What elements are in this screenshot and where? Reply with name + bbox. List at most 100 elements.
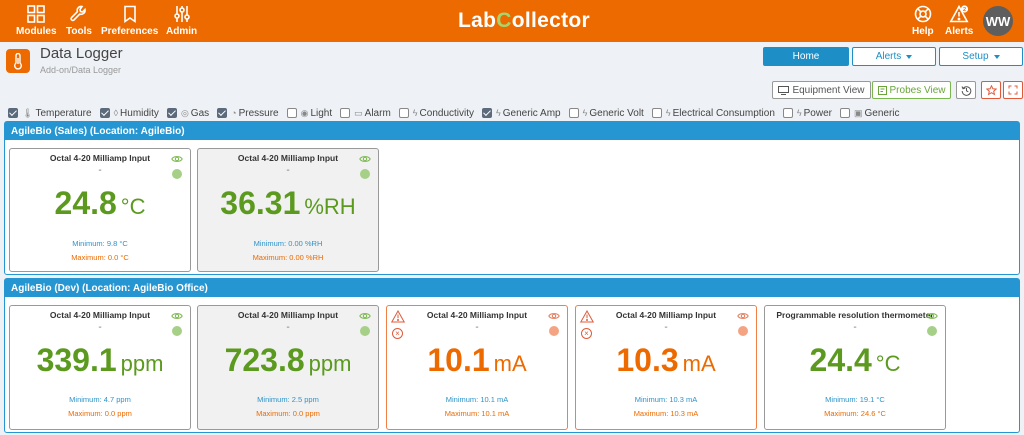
probe-card[interactable]: Octal 4-20 Milliamp Input - 723.8 ppm Minimu… bbox=[197, 305, 379, 430]
filter-conductivity[interactable]: ϟ Conductivity bbox=[398, 108, 474, 119]
eye-icon[interactable] bbox=[548, 311, 560, 321]
section-title: AgileBio (Sales) (Location: AgileBio) bbox=[5, 122, 1019, 140]
bolt-icon: ϟ bbox=[665, 108, 671, 118]
probe-card[interactable]: × Octal 4-20 Milliamp Input -10.3 mA Minimum… bbox=[575, 305, 757, 430]
bookmark-icon bbox=[123, 5, 136, 24]
filter-light[interactable]: ◉ Light bbox=[286, 108, 332, 119]
nav-tools[interactable]: Tools bbox=[66, 4, 92, 37]
brand-part-b: C bbox=[496, 9, 512, 32]
probe-value: 723.8 ppm bbox=[198, 342, 378, 379]
monitor-icon bbox=[778, 85, 790, 95]
filter-label: Humidity bbox=[120, 107, 159, 119]
nav-preferences[interactable]: Preferences bbox=[101, 4, 158, 37]
probe-card[interactable]: × Octal 4-20 Milliamp Input -10.1 mA Minimum… bbox=[386, 305, 568, 430]
filter-checkbox[interactable] bbox=[398, 108, 409, 118]
setup-dropdown[interactable]: Setup bbox=[939, 47, 1023, 66]
probe-title: Octal 4-20 Milliamp Input bbox=[237, 153, 339, 163]
bolt-icon: ϟ bbox=[412, 108, 418, 118]
filter-checkbox[interactable] bbox=[286, 108, 297, 118]
filter-electrical-consumption[interactable]: ϟ Electrical Consumption bbox=[651, 107, 775, 119]
probe-value-number: 10.1 bbox=[427, 342, 490, 378]
home-button[interactable]: Home bbox=[763, 47, 849, 66]
data-logger-app-icon bbox=[6, 49, 30, 73]
star-icon bbox=[985, 84, 997, 95]
filter-label: Pressure bbox=[238, 107, 279, 119]
equipment-view-button[interactable]: Equipment View bbox=[772, 81, 871, 99]
filter-checkbox[interactable] bbox=[840, 108, 850, 118]
page-title: Data Logger bbox=[40, 45, 123, 62]
eye-icon[interactable] bbox=[926, 311, 938, 321]
filter-checkbox[interactable] bbox=[568, 108, 579, 118]
status-dot bbox=[172, 169, 182, 179]
thermometer-icon: 🌡 bbox=[22, 107, 34, 118]
probes-view-button[interactable]: Probes View bbox=[872, 81, 951, 99]
probe-value-number: 36.31 bbox=[220, 185, 301, 221]
nav-preferences-label: Preferences bbox=[101, 26, 159, 37]
probe-value: 36.31 %RH bbox=[198, 185, 378, 222]
filter-label: Electrical Consumption bbox=[672, 107, 775, 119]
filter-gas[interactable]: ◎ Gas bbox=[166, 108, 209, 119]
filter-label: Generic Amp bbox=[502, 107, 561, 119]
alerts-badge: 2 bbox=[963, 7, 966, 13]
top-nav-bar: Modules Tools Preferences Admin LabColle… bbox=[0, 0, 1024, 42]
probes-view-label: Probes View bbox=[889, 84, 946, 96]
probe-minimum: Minimum: 19.1 °C bbox=[825, 395, 885, 404]
grid-icon bbox=[27, 5, 46, 23]
status-dot bbox=[172, 326, 182, 336]
probe-title: Octal 4-20 Milliamp Input bbox=[49, 310, 151, 320]
probe-card[interactable]: Octal 4-20 Milliamp Input - 339.1 ppm Minimu… bbox=[9, 305, 191, 430]
location-section-dev: AgileBio (Dev) (Location: AgileBio Offic… bbox=[4, 278, 1020, 433]
filter-label: Generic Volt bbox=[589, 107, 644, 119]
probe-subtitle: - bbox=[286, 322, 290, 333]
history-icon bbox=[961, 85, 971, 96]
user-avatar[interactable]: WW bbox=[983, 6, 1013, 36]
eye-icon[interactable] bbox=[359, 154, 371, 164]
eye-icon[interactable] bbox=[171, 311, 183, 321]
probe-minimum: Minimum: 10.1 mA bbox=[445, 395, 509, 404]
favorite-button[interactable] bbox=[981, 81, 1001, 99]
filter-humidity[interactable]: ◊ Humidity bbox=[99, 107, 159, 119]
nav-admin[interactable]: Admin bbox=[166, 4, 197, 37]
eye-icon[interactable] bbox=[737, 311, 749, 321]
filter-pressure[interactable]: ◔ Pressure bbox=[217, 107, 279, 119]
nav-help-label: Help bbox=[912, 26, 934, 37]
filter-checkbox[interactable] bbox=[782, 108, 793, 118]
filter-checkbox[interactable] bbox=[99, 108, 110, 118]
fullscreen-button[interactable] bbox=[1003, 81, 1023, 99]
filter-temperature[interactable]: 🌡 Temperature bbox=[8, 108, 92, 119]
probe-minimum: Minimum: 9.8 °C bbox=[72, 239, 128, 248]
eye-icon[interactable] bbox=[359, 311, 371, 321]
filter-checkbox[interactable] bbox=[217, 108, 228, 118]
nav-modules[interactable]: Modules bbox=[16, 4, 57, 37]
filter-checkbox[interactable] bbox=[166, 108, 177, 118]
probe-minimum: Minimum: 2.5 ppm bbox=[257, 395, 319, 404]
generic-icon: ▣ bbox=[854, 107, 863, 118]
eye-icon[interactable] bbox=[171, 154, 183, 164]
filter-checkbox[interactable] bbox=[340, 108, 351, 118]
filter-label: Alarm bbox=[364, 107, 391, 119]
alerts-dropdown[interactable]: Alerts bbox=[852, 47, 936, 66]
nav-help[interactable]: Help bbox=[912, 4, 934, 37]
probe-card[interactable]: Programmable resolution thermometer - 24.4… bbox=[764, 305, 946, 430]
probe-card[interactable]: Octal 4-20 Milliamp Input - 36.31 %RH Minimu… bbox=[197, 148, 379, 272]
filter-generic[interactable]: ▣ Generic bbox=[840, 108, 900, 119]
probe-value-unit: mA bbox=[493, 351, 527, 376]
nav-alerts[interactable]: 2 Alerts bbox=[945, 4, 973, 37]
bolt-icon: ϟ bbox=[582, 108, 588, 118]
history-button[interactable] bbox=[956, 81, 976, 99]
nav-modules-label: Modules bbox=[16, 26, 57, 37]
probe-maximum: Maximum: 24.6 °C bbox=[824, 409, 886, 418]
filter-alarm[interactable]: ▭ Alarm bbox=[340, 108, 391, 119]
probe-maximum: Maximum: 10.3 mA bbox=[633, 409, 699, 418]
probe-maximum: Maximum: 0.00 %RH bbox=[252, 253, 324, 262]
probe-minimum: Minimum: 10.3 mA bbox=[634, 395, 698, 404]
probe-minimum: Minimum: 4.7 ppm bbox=[69, 395, 131, 404]
filter-checkbox[interactable] bbox=[8, 108, 18, 118]
probe-card[interactable]: Octal 4-20 Milliamp Input - 24.8 °C Minimum:… bbox=[9, 148, 191, 272]
filter-generic-amp[interactable]: ϟ Generic Amp bbox=[482, 108, 561, 119]
filter-checkbox[interactable] bbox=[482, 108, 493, 118]
filter-power[interactable]: ϟ Power bbox=[782, 108, 832, 119]
breadcrumb[interactable]: Add-on/Data Logger bbox=[40, 65, 121, 75]
filter-checkbox[interactable] bbox=[651, 108, 662, 118]
filter-generic-volt[interactable]: ϟ Generic Volt bbox=[568, 107, 644, 119]
